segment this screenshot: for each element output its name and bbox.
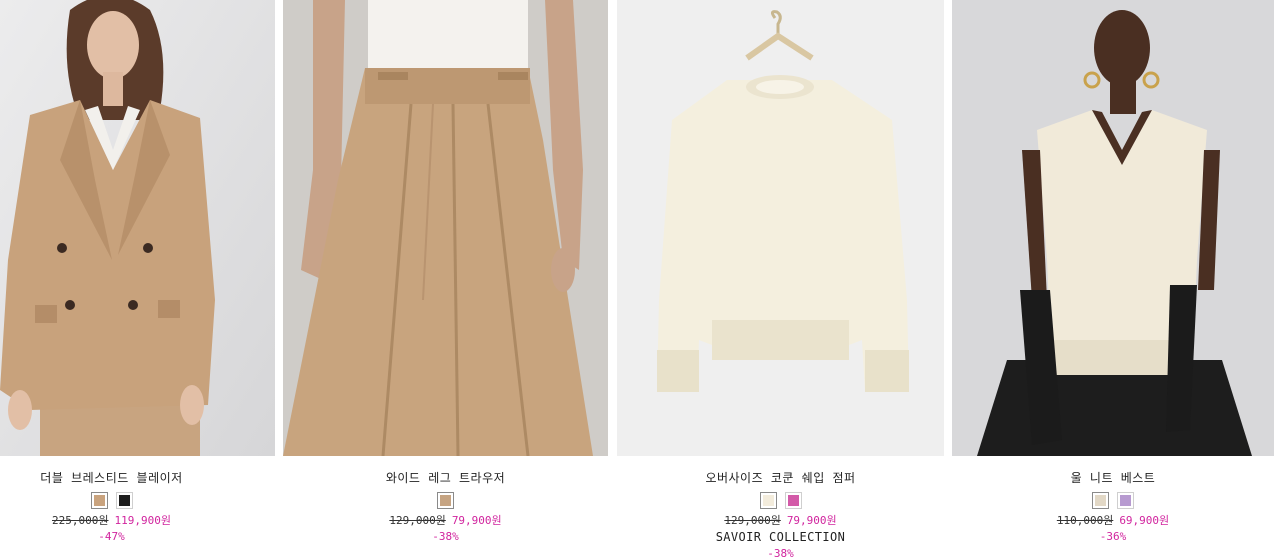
product-info-sweater: 오버사이즈 코쿤 쉐입 점퍼 129,000원 79,900원 SAVOIR CO… [617, 456, 944, 559]
product-image-blazer[interactable] [0, 0, 275, 456]
knit-vest-photo-icon [952, 0, 1274, 456]
sale-price: 79,900원 [786, 514, 837, 527]
product-info-trousers: 와이드 레그 트라우저 129,000원 79,900원 -38% [283, 456, 608, 544]
product-card-sweater[interactable]: 오버사이즈 코쿤 쉐입 점퍼 129,000원 79,900원 SAVOIR CO… [617, 0, 944, 559]
color-swatches [952, 492, 1274, 509]
product-card-knit-vest[interactable]: 울 니트 베스트 110,000원 69,900원 -36% [952, 0, 1274, 544]
swatch-black[interactable] [115, 492, 133, 509]
original-price: 110,000원 [1056, 514, 1114, 527]
sale-price: 119,900원 [114, 514, 171, 527]
trousers-photo-icon [283, 0, 608, 456]
swatch-pink[interactable] [784, 492, 802, 509]
price-row: 110,000원 69,900원 [952, 514, 1274, 528]
discount-badge: -38% [767, 547, 794, 559]
color-swatches [0, 492, 223, 509]
product-card-trousers[interactable]: 와이드 레그 트라우저 129,000원 79,900원 -38% [283, 0, 608, 544]
sweater-photo-icon [617, 0, 944, 456]
swatch-cream[interactable] [1092, 492, 1109, 509]
original-price: 225,000원 [52, 514, 109, 527]
blazer-photo-icon [0, 0, 275, 456]
sale-price: 69,900원 [1119, 514, 1170, 527]
product-name[interactable]: 와이드 레그 트라우저 [283, 470, 608, 486]
product-name[interactable]: 더블 브레스티드 블레이저 [0, 470, 223, 486]
original-price: 129,000원 [724, 514, 781, 527]
swatch-beige[interactable] [90, 492, 108, 509]
price-row: 129,000원 79,900원 [617, 514, 944, 528]
color-swatches [617, 492, 944, 509]
color-swatches [283, 492, 608, 509]
product-info-knit-vest: 울 니트 베스트 110,000원 69,900원 -36% [952, 456, 1274, 544]
product-grid: 더블 브레스티드 블레이저 225,000원 119,900원 -47% 와이드… [0, 0, 1274, 559]
swatch-lilac[interactable] [1117, 492, 1134, 509]
product-image-knit-vest[interactable] [952, 0, 1274, 456]
discount-badge: -36% [1099, 530, 1127, 543]
product-image-trousers[interactable] [283, 0, 608, 456]
price-row: 225,000원 119,900원 [0, 514, 223, 528]
discount-badge: -38% [432, 530, 459, 543]
product-image-sweater[interactable] [617, 0, 944, 456]
collection-label: SAVOIR COLLECTION [715, 530, 846, 544]
sale-price: 79,900원 [451, 514, 502, 527]
original-price: 129,000원 [389, 514, 446, 527]
product-name[interactable]: 울 니트 베스트 [952, 470, 1274, 486]
product-info-blazer: 더블 브레스티드 블레이저 225,000원 119,900원 -47% [0, 456, 223, 544]
discount-badge: -47% [98, 530, 125, 543]
product-card-blazer[interactable]: 더블 브레스티드 블레이저 225,000원 119,900원 -47% [0, 0, 275, 544]
price-row: 129,000원 79,900원 [283, 514, 608, 528]
product-name[interactable]: 오버사이즈 코쿤 쉐입 점퍼 [617, 470, 944, 486]
swatch-cream[interactable] [759, 492, 777, 509]
swatch-beige[interactable] [437, 492, 454, 509]
